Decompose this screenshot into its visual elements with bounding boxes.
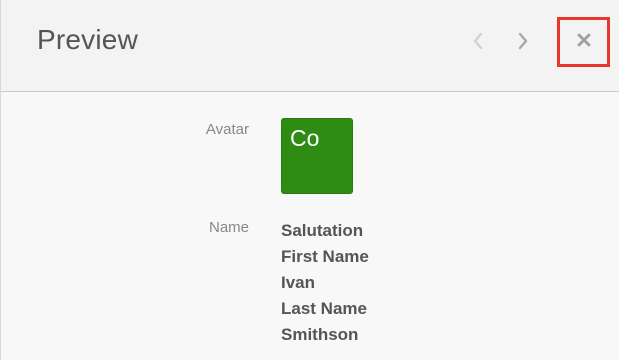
name-first-name-value: Ivan — [281, 273, 316, 292]
avatar: Co — [281, 118, 353, 194]
preview-panel: Preview Avatar Co Name Salutation First … — [0, 0, 619, 360]
avatar-initials: Co — [290, 125, 320, 151]
name-last-name-label: Last Name — [281, 299, 367, 318]
preview-body: Avatar Co Name Salutation First Name Iva… — [1, 92, 619, 360]
name-first-name-label: First Name — [281, 247, 369, 266]
close-icon — [577, 33, 591, 52]
name-value-list: Salutation First Name Ivan Last Name Smi… — [281, 218, 369, 348]
page-title: Preview — [37, 24, 138, 55]
name-last-name-value: Smithson — [281, 325, 359, 344]
close-button[interactable] — [557, 17, 610, 67]
name-salutation: Salutation — [281, 221, 364, 240]
preview-header: Preview — [1, 0, 619, 92]
chevron-right-icon — [517, 32, 529, 50]
next-button[interactable] — [508, 26, 538, 56]
avatar-label: Avatar — [205, 121, 249, 138]
name-label: Name — [208, 219, 249, 236]
chevron-left-icon — [472, 32, 484, 50]
previous-button[interactable] — [463, 26, 493, 56]
